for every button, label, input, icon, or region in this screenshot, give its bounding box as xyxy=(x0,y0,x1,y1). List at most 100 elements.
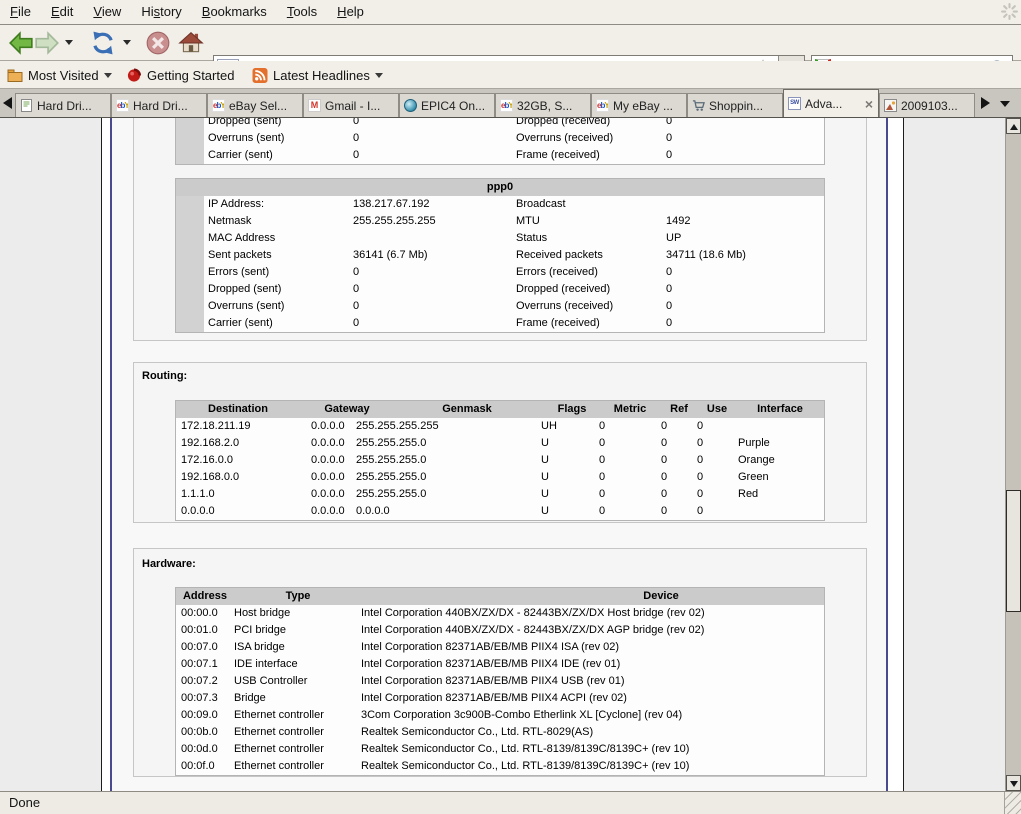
table-cell: 0.0.0.0 xyxy=(311,452,345,469)
table-cell: 0.0.0.0 xyxy=(311,503,345,520)
table-cell: Purple xyxy=(738,435,770,452)
table-cell: UH xyxy=(541,418,557,435)
table-cell: PCI bridge xyxy=(234,622,286,639)
table-cell: 255.255.255.255 xyxy=(356,418,439,435)
image-favicon-icon xyxy=(884,99,897,112)
table-cell: MTU xyxy=(516,213,540,230)
table-cell: Red xyxy=(738,486,758,503)
routing-table: DestinationGatewayGenmaskFlagsMetricRefU… xyxy=(175,400,825,521)
tab-epic4-on[interactable]: EPIC4 On... xyxy=(399,93,495,117)
menu-history[interactable]: History xyxy=(131,0,191,22)
chevron-down-icon xyxy=(104,73,112,78)
table-cell: Overruns (sent) xyxy=(208,130,284,147)
tab-gmail-i[interactable]: MGmail - I... xyxy=(303,93,399,117)
vertical-scrollbar[interactable] xyxy=(1005,118,1021,791)
back-button[interactable] xyxy=(8,30,34,56)
tab-my-ebay[interactable]: ebYMy eBay ... xyxy=(591,93,687,117)
menu-file[interactable]: File xyxy=(0,0,41,22)
menu-view[interactable]: View xyxy=(83,0,131,22)
close-tab-button[interactable]: × xyxy=(865,98,873,110)
tab-ebay-sel[interactable]: ebYeBay Sel... xyxy=(207,93,303,117)
table-cell: Ethernet controller xyxy=(234,724,324,741)
bookmark-label: Latest Headlines xyxy=(273,68,370,83)
rss-icon xyxy=(252,68,268,83)
table-row: 00:09.0Ethernet controller3Com Corporati… xyxy=(176,707,824,724)
table-cell: 0 xyxy=(697,503,703,520)
forward-button[interactable] xyxy=(34,30,60,56)
table-row: 172.18.211.190.0.0.0255.255.255.255UH000 xyxy=(176,418,824,435)
table-cell: 00:0b.0 xyxy=(181,724,218,741)
bookmark-label: Most Visited xyxy=(28,68,99,83)
tab-hard-dri[interactable]: ebYHard Dri... xyxy=(111,93,207,117)
interface-stats-table-ppp0: ppp0IP Address:138.217.67.192BroadcastNe… xyxy=(175,178,825,333)
menu-tools[interactable]: Tools xyxy=(277,0,327,22)
table-cell: 0 xyxy=(697,435,703,452)
table-row: 192.168.2.00.0.0.0255.255.255.0U000Purpl… xyxy=(176,435,824,452)
table-cell: 34711 (18.6 Mb) xyxy=(666,247,746,264)
routing-section-box: Routing: DestinationGatewayGenmaskFlagsM… xyxy=(133,362,867,523)
table-cell: UP xyxy=(666,230,681,247)
scrollbar-thumb[interactable] xyxy=(1006,490,1021,612)
table-cell: Ethernet controller xyxy=(234,707,324,724)
scroll-down-button[interactable] xyxy=(1006,775,1021,791)
interface-table-title: ppp0 xyxy=(176,179,824,196)
page-border-right xyxy=(903,118,904,791)
table-cell: 1.1.1.0 xyxy=(181,486,215,503)
table-row: Carrier (sent)0Frame (received)0 xyxy=(176,315,824,332)
table-row: Carrier (sent)0Frame (received)0 xyxy=(176,147,824,164)
scroll-up-button[interactable] xyxy=(1006,118,1021,134)
folder-icon xyxy=(7,68,23,83)
menu-edit[interactable]: Edit xyxy=(41,0,83,22)
table-row: 00:07.2USB ControllerIntel Corporation 8… xyxy=(176,673,824,690)
page-blue-rule-left xyxy=(110,118,112,791)
reload-button[interactable] xyxy=(90,30,116,56)
tab-shoppin[interactable]: Shoppin... xyxy=(687,93,783,117)
home-button[interactable] xyxy=(178,30,204,56)
table-cell: 0 xyxy=(353,264,359,281)
table-cell: 0.0.0.0 xyxy=(311,435,345,452)
table-cell: 0 xyxy=(697,469,703,486)
tab-adva[interactable]: SWAdva...× xyxy=(783,89,879,117)
reload-dropdown-button[interactable] xyxy=(123,40,131,45)
table-cell: Frame (received) xyxy=(516,315,600,332)
tab-label: eBay Sel... xyxy=(229,99,287,113)
stop-button[interactable] xyxy=(145,30,171,56)
table-cell: 00:07.2 xyxy=(181,673,218,690)
table-cell: U xyxy=(541,452,549,469)
table-cell: 192.168.2.0 xyxy=(181,435,239,452)
tab-list-dropdown-button[interactable] xyxy=(1000,101,1010,107)
menu-bookmarks[interactable]: Bookmarks xyxy=(192,0,277,22)
bookmark-most-visited[interactable]: Most Visited xyxy=(7,65,112,85)
forward-dropdown-button[interactable] xyxy=(65,40,73,45)
bookmark-latest-headlines[interactable]: Latest Headlines xyxy=(252,65,383,85)
tab-32gb-s[interactable]: ebY32GB, S... xyxy=(495,93,591,117)
table-cell: Overruns (received) xyxy=(516,130,613,147)
resize-grip[interactable] xyxy=(1004,792,1021,814)
table-cell: 255.255.255.0 xyxy=(356,435,426,452)
menu-help[interactable]: Help xyxy=(327,0,374,22)
table-row: Dropped (sent)0Dropped (received)0 xyxy=(176,118,824,130)
status-bar: Done xyxy=(0,791,1021,814)
arrow-up-icon xyxy=(1010,124,1018,130)
table-cell: 00:0d.0 xyxy=(181,741,218,758)
column-header: Address xyxy=(183,588,227,605)
table-cell: 00:07.3 xyxy=(181,690,218,707)
tab-strip: Hard Dri...ebYHard Dri...ebYeBay Sel...M… xyxy=(15,89,975,117)
table-row: 0.0.0.00.0.0.00.0.0.0U000 xyxy=(176,503,824,520)
table-header-row: AddressTypeDevice xyxy=(176,588,824,605)
tab-scroll-right-button[interactable] xyxy=(981,97,990,109)
tab-2009103[interactable]: 2009103... xyxy=(879,93,975,117)
table-cell: ISA bridge xyxy=(234,639,285,656)
table-cell: Orange xyxy=(738,452,775,469)
bookmark-getting-started[interactable]: Getting Started xyxy=(126,65,234,85)
tab-scroll-left-button[interactable] xyxy=(3,97,12,109)
column-header: Ref xyxy=(670,401,688,418)
table-cell: Netmask xyxy=(208,213,251,230)
table-row: 1.1.1.00.0.0.0255.255.255.0U000Red xyxy=(176,486,824,503)
table-cell: 00:00.0 xyxy=(181,605,218,622)
tab-hard-dri[interactable]: Hard Dri... xyxy=(15,93,111,117)
activity-throbber-icon xyxy=(1001,3,1018,20)
table-row: 192.168.0.00.0.0.0255.255.255.0U000Green xyxy=(176,469,824,486)
table-cell: 255.255.255.0 xyxy=(356,469,426,486)
table-row: Overruns (sent)0Overruns (received)0 xyxy=(176,130,824,147)
